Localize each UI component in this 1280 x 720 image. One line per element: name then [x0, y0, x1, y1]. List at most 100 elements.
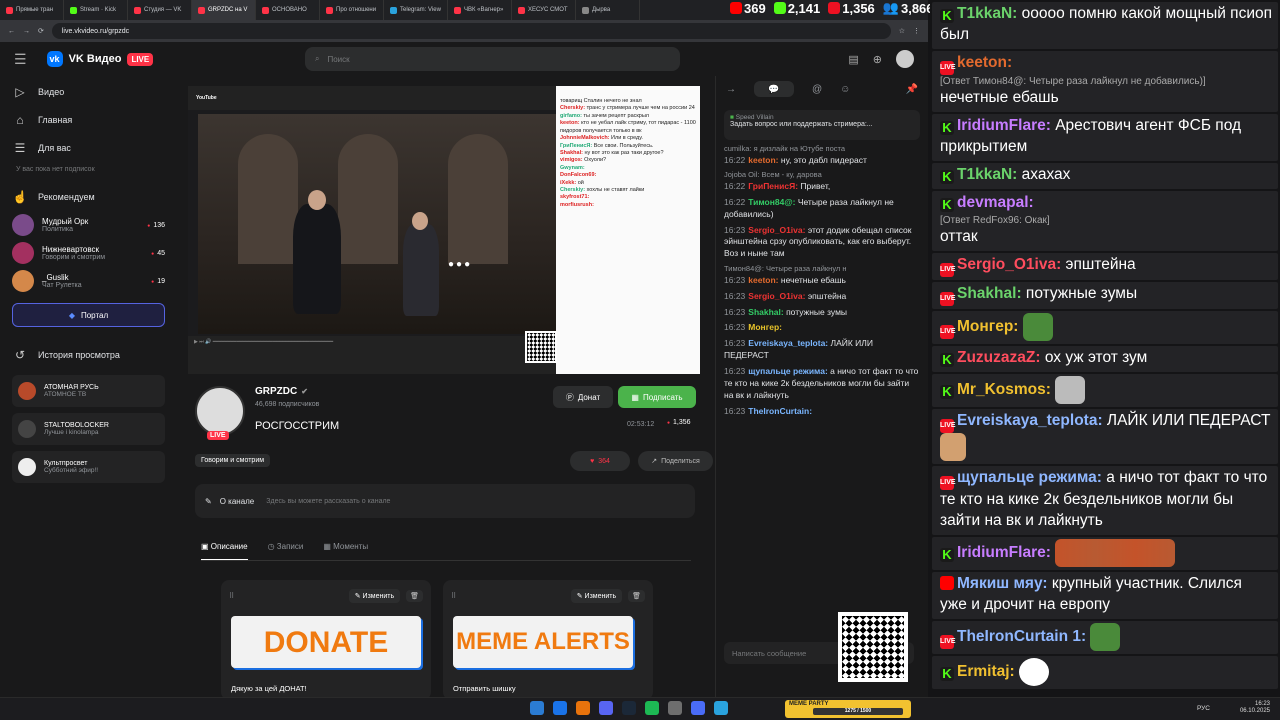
username[interactable]: Sergio_O1iva:: [748, 225, 808, 235]
history-item[interactable]: АТОМНАЯ РУСЬ АТОМНОЕ ТВ: [12, 375, 165, 407]
edit-button[interactable]: ✎ Изменить: [570, 589, 623, 603]
share-button[interactable]: ↗ Поделиться: [638, 451, 713, 471]
subscribe-button[interactable]: ▦ Подписать: [618, 386, 696, 408]
tab-label: ОСНОВАНО: [272, 7, 307, 13]
channel-item[interactable]: НижневартовскГоворим и смотрим 45: [12, 239, 165, 267]
username: devmapal:: [957, 194, 1034, 212]
browser-tab[interactable]: ХЕСУС СМОТ: [512, 0, 576, 20]
username[interactable]: щупальце режима:: [748, 366, 830, 376]
browser-tab[interactable]: GRPZDC на V: [192, 0, 256, 20]
browser-tab[interactable]: ЧВК «Вагнер»: [448, 0, 512, 20]
tab-2[interactable]: ▦ Моменты: [323, 542, 368, 561]
kick-icon: K: [940, 353, 954, 368]
history-item[interactable]: Культпросвет Субботний эфир!!: [12, 451, 165, 483]
browser-tab[interactable]: Студия — VK: [128, 0, 192, 20]
username[interactable]: Монгер:: [748, 322, 782, 332]
username[interactable]: Evreiskaya_teplota:: [748, 338, 830, 348]
overlay-chat-message: LIVEkeeton: [Ответ Тимон84@: Четыре раза…: [932, 50, 1278, 113]
browser-tab[interactable]: Про отношени: [320, 0, 384, 20]
username[interactable]: TheIronCurtain:: [748, 406, 812, 416]
user-avatar[interactable]: [896, 50, 914, 68]
username[interactable]: Тимон84@:: [748, 197, 798, 207]
language-indicator[interactable]: РУС: [1197, 705, 1210, 712]
logo[interactable]: ☰ vk VK Видео LIVE: [14, 51, 154, 68]
overlay-chat-message: LIVEМонгер:: [932, 311, 1278, 345]
reload-icon[interactable]: ⟳: [38, 27, 44, 35]
donate-button[interactable]: Ⓟ Донат: [553, 386, 613, 408]
channel-name: Мудрый Орк: [42, 217, 89, 226]
chat-message: 16:23 Sergio_O1iva: эпштейна: [724, 291, 920, 303]
about-channel[interactable]: ✎ О канале Здесь вы можете рассказать о …: [195, 484, 695, 518]
vk-live-icon: LIVE: [940, 635, 956, 650]
video-controls[interactable]: ▶ ⏭ 🔊 ━━━━━━━━━━━━━━━━━━━━━━━━━━━━━━━━━━…: [188, 336, 556, 374]
username: Shakhal:: [957, 285, 1026, 303]
search-input[interactable]: ⌕ Поиск: [305, 47, 680, 71]
taskbar-app-icon[interactable]: [645, 701, 659, 715]
taskbar-app-icon[interactable]: [668, 701, 682, 715]
trash-icon[interactable]: 🗑: [406, 590, 423, 602]
reply-quote: cumilka: я дизлайк на Ютубе поста: [724, 144, 846, 153]
taskbar-app-icon[interactable]: [530, 701, 544, 715]
history-item[interactable]: STALTOBOLOCKER Лучше і kinolampa: [12, 413, 165, 445]
donate-banner[interactable]: DONATE: [231, 616, 421, 668]
username: IridiumFlare:: [957, 117, 1056, 135]
star-icon[interactable]: ☆: [899, 27, 905, 35]
sidebar-item[interactable]: ▷ Видео: [12, 78, 165, 106]
drag-handle-icon[interactable]: ⠿: [451, 592, 456, 600]
people-icon[interactable]: ☺: [840, 84, 850, 95]
browser-tab[interactable]: ОСНОВАНО: [256, 0, 320, 20]
category-tag[interactable]: Говорим и смотрим: [195, 454, 271, 467]
edit-button[interactable]: ✎ Изменить: [348, 589, 401, 603]
browser-tab[interactable]: Прямые тран: [0, 0, 64, 20]
tab-1[interactable]: ◷ Записи: [268, 542, 304, 561]
menu-icon[interactable]: ⋮: [913, 27, 920, 35]
video-player[interactable]: YouTube ●●● ▶ ⏭ 🔊 ━━━━━━━━━━━━━━━━━━━━━━…: [188, 86, 700, 374]
burger-menu-icon[interactable]: ☰: [14, 51, 27, 68]
channel-name[interactable]: GRPZDC: [255, 386, 297, 397]
taskbar-app-icon[interactable]: [714, 701, 728, 715]
username[interactable]: Sergio_O1iva:: [748, 291, 808, 301]
browser-window: Прямые тран Stream · Kick Студия — VK GRPZD…: [0, 0, 928, 697]
clock[interactable]: 16:23 06.10.2025: [1240, 701, 1270, 715]
browser-tab[interactable]: Дырва: [576, 0, 640, 20]
back-icon[interactable]: ←: [8, 28, 15, 35]
taskbar-app-icon[interactable]: [576, 701, 590, 715]
drag-handle-icon[interactable]: ⠿: [229, 592, 234, 600]
tab-chat[interactable]: 💬: [754, 81, 794, 97]
browser-tab[interactable]: Telegram: View: [384, 0, 448, 20]
sidebar-item[interactable]: ⌂ Главная: [12, 106, 165, 134]
channel-avatar[interactable]: LIVE: [195, 386, 245, 440]
browser-tab[interactable]: Stream · Kick: [64, 0, 128, 20]
forward-icon[interactable]: →: [23, 28, 30, 35]
collapse-chat-icon[interactable]: →: [726, 84, 736, 95]
username[interactable]: Shakhal:: [748, 307, 786, 317]
tab-icon: ▦: [323, 542, 334, 551]
taskbar-app-icon[interactable]: [553, 701, 567, 715]
username[interactable]: ГриПенисЯ:: [748, 181, 800, 191]
username[interactable]: keeton:: [748, 275, 781, 285]
taskbar-app-icon[interactable]: [691, 701, 705, 715]
pin-icon[interactable]: 📌: [906, 84, 918, 95]
mentions-icon[interactable]: @: [812, 84, 822, 95]
channel-item[interactable]: _GuslikЧат Рулетка 19: [12, 267, 165, 295]
like-button[interactable]: ♥ 364: [570, 451, 630, 471]
taskbar-app-icon[interactable]: [622, 701, 636, 715]
sidebar-item-history[interactable]: ↺ История просмотра: [12, 341, 165, 369]
channel-item[interactable]: Мудрый ОркПолитика 136: [12, 211, 165, 239]
sidebar-item-recommended[interactable]: ☝ Рекомендуем: [12, 183, 165, 211]
pinned-message[interactable]: ■ Speed Villain Задать вопрос или поддер…: [724, 110, 920, 140]
overlay-chat-message: Мякиш мяу: крупный участник. Слился уже …: [932, 572, 1278, 619]
add-icon[interactable]: ⊕: [873, 53, 882, 66]
trash-icon[interactable]: 🗑: [628, 590, 645, 602]
username[interactable]: keeton:: [748, 155, 781, 165]
portal-button[interactable]: ◆ Портал: [12, 303, 165, 327]
sidebar-item[interactable]: ☰ Для вас: [12, 134, 165, 162]
meme-alerts-banner[interactable]: MEME ALERTS: [453, 616, 633, 668]
kick-icon: [773, 2, 786, 14]
username: щупальце режима:: [957, 469, 1107, 487]
studio-icon[interactable]: ▤: [848, 53, 858, 66]
url-field[interactable]: live.vkvideo.ru/grpzdc: [51, 23, 891, 39]
kick-icon: K: [940, 385, 954, 400]
taskbar-app-icon[interactable]: [599, 701, 613, 715]
tab-0[interactable]: ▣ Описание: [201, 542, 248, 561]
